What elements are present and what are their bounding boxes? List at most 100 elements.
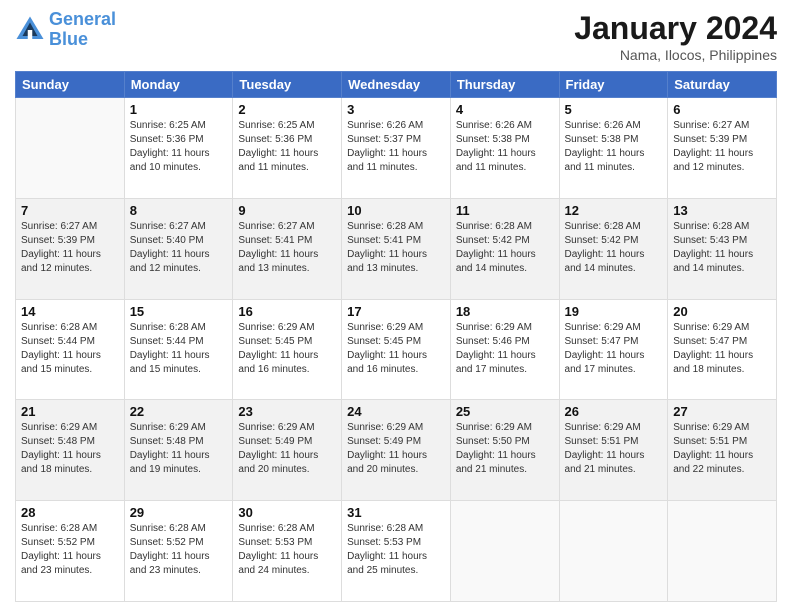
table-row: 8 Sunrise: 6:27 AM Sunset: 5:40 PM Daylig…	[124, 198, 233, 299]
table-row: 28 Sunrise: 6:28 AM Sunset: 5:52 PM Dayli…	[16, 501, 125, 602]
logo-blue: Blue	[49, 30, 116, 50]
table-row: 3 Sunrise: 6:26 AM Sunset: 5:37 PM Daylig…	[342, 98, 451, 199]
calendar-week-row: 21Sunrise: 6:29 AM Sunset: 5:48 PM Dayli…	[16, 400, 777, 501]
table-row: 7 Sunrise: 6:27 AM Sunset: 5:39 PM Daylig…	[16, 198, 125, 299]
day-number: 15	[130, 304, 228, 319]
day-info: Sunrise: 6:27 AM Sunset: 5:39 PM Dayligh…	[21, 220, 119, 276]
day-info: Sunrise: 6:26 AM Sunset: 5:37 PM Dayligh…	[347, 119, 445, 175]
day-number: 16	[238, 304, 336, 319]
day-number: 28	[21, 505, 119, 520]
day-info: Sunrise: 6:28 AM Sunset: 5:53 PM Dayligh…	[347, 522, 445, 578]
day-number: 23	[238, 404, 336, 419]
day-number: 1	[130, 102, 228, 117]
day-number: 4	[456, 102, 554, 117]
day-number: 3	[347, 102, 445, 117]
day-number: 31	[347, 505, 445, 520]
location: Nama, Ilocos, Philippines	[574, 47, 777, 63]
day-number: 9	[238, 203, 336, 218]
day-number: 19	[565, 304, 663, 319]
table-row: 14Sunrise: 6:28 AM Sunset: 5:44 PM Dayli…	[16, 299, 125, 400]
calendar-header-row: Sunday Monday Tuesday Wednesday Thursday…	[16, 72, 777, 98]
day-number: 6	[673, 102, 771, 117]
day-number: 29	[130, 505, 228, 520]
day-number: 22	[130, 404, 228, 419]
col-saturday: Saturday	[668, 72, 777, 98]
day-info: Sunrise: 6:27 AM Sunset: 5:39 PM Dayligh…	[673, 119, 771, 175]
table-row: 9Sunrise: 6:27 AM Sunset: 5:41 PM Daylig…	[233, 198, 342, 299]
day-info: Sunrise: 6:26 AM Sunset: 5:38 PM Dayligh…	[456, 119, 554, 175]
day-info: Sunrise: 6:28 AM Sunset: 5:44 PM Dayligh…	[130, 321, 228, 377]
table-row: 23Sunrise: 6:29 AM Sunset: 5:49 PM Dayli…	[233, 400, 342, 501]
day-info: Sunrise: 6:26 AM Sunset: 5:38 PM Dayligh…	[565, 119, 663, 175]
table-row	[16, 98, 125, 199]
calendar-week-row: 28 Sunrise: 6:28 AM Sunset: 5:52 PM Dayli…	[16, 501, 777, 602]
day-info: Sunrise: 6:29 AM Sunset: 5:51 PM Dayligh…	[673, 421, 771, 477]
table-row: 30 Sunrise: 6:28 AM Sunset: 5:53 PM Dayli…	[233, 501, 342, 602]
day-info: Sunrise: 6:29 AM Sunset: 5:51 PM Dayligh…	[565, 421, 663, 477]
col-sunday: Sunday	[16, 72, 125, 98]
calendar-week-row: 14Sunrise: 6:28 AM Sunset: 5:44 PM Dayli…	[16, 299, 777, 400]
table-row: 16Sunrise: 6:29 AM Sunset: 5:45 PM Dayli…	[233, 299, 342, 400]
day-info: Sunrise: 6:28 AM Sunset: 5:43 PM Dayligh…	[673, 220, 771, 276]
table-row: 31 Sunrise: 6:28 AM Sunset: 5:53 PM Dayli…	[342, 501, 451, 602]
title-block: January 2024 Nama, Ilocos, Philippines	[574, 10, 777, 63]
table-row: 12 Sunrise: 6:28 AM Sunset: 5:42 PM Dayli…	[559, 198, 668, 299]
calendar-table: Sunday Monday Tuesday Wednesday Thursday…	[15, 71, 777, 602]
table-row: 25Sunrise: 6:29 AM Sunset: 5:50 PM Dayli…	[450, 400, 559, 501]
table-row: 29Sunrise: 6:28 AM Sunset: 5:52 PM Dayli…	[124, 501, 233, 602]
day-number: 5	[565, 102, 663, 117]
day-number: 8	[130, 203, 228, 218]
logo: General Blue	[15, 10, 116, 50]
table-row: 19Sunrise: 6:29 AM Sunset: 5:47 PM Dayli…	[559, 299, 668, 400]
day-number: 20	[673, 304, 771, 319]
day-number: 30	[238, 505, 336, 520]
day-info: Sunrise: 6:29 AM Sunset: 5:49 PM Dayligh…	[347, 421, 445, 477]
table-row: 18 Sunrise: 6:29 AM Sunset: 5:46 PM Dayli…	[450, 299, 559, 400]
table-row: 26Sunrise: 6:29 AM Sunset: 5:51 PM Dayli…	[559, 400, 668, 501]
table-row: 24 Sunrise: 6:29 AM Sunset: 5:49 PM Dayli…	[342, 400, 451, 501]
day-number: 21	[21, 404, 119, 419]
table-row: 22Sunrise: 6:29 AM Sunset: 5:48 PM Dayli…	[124, 400, 233, 501]
table-row: 2 Sunrise: 6:25 AM Sunset: 5:36 PM Daylig…	[233, 98, 342, 199]
day-number: 13	[673, 203, 771, 218]
day-info: Sunrise: 6:28 AM Sunset: 5:41 PM Dayligh…	[347, 220, 445, 276]
calendar-week-row: 1 Sunrise: 6:25 AM Sunset: 5:36 PM Daylig…	[16, 98, 777, 199]
day-info: Sunrise: 6:28 AM Sunset: 5:44 PM Dayligh…	[21, 321, 119, 377]
day-info: Sunrise: 6:29 AM Sunset: 5:46 PM Dayligh…	[456, 321, 554, 377]
table-row: 27Sunrise: 6:29 AM Sunset: 5:51 PM Dayli…	[668, 400, 777, 501]
day-info: Sunrise: 6:25 AM Sunset: 5:36 PM Dayligh…	[238, 119, 336, 175]
table-row: 6 Sunrise: 6:27 AM Sunset: 5:39 PM Daylig…	[668, 98, 777, 199]
day-info: Sunrise: 6:28 AM Sunset: 5:52 PM Dayligh…	[21, 522, 119, 578]
day-info: Sunrise: 6:29 AM Sunset: 5:45 PM Dayligh…	[347, 321, 445, 377]
table-row: 13 Sunrise: 6:28 AM Sunset: 5:43 PM Dayli…	[668, 198, 777, 299]
col-thursday: Thursday	[450, 72, 559, 98]
calendar-week-row: 7 Sunrise: 6:27 AM Sunset: 5:39 PM Daylig…	[16, 198, 777, 299]
day-number: 10	[347, 203, 445, 218]
table-row: 21Sunrise: 6:29 AM Sunset: 5:48 PM Dayli…	[16, 400, 125, 501]
col-monday: Monday	[124, 72, 233, 98]
table-row: 10 Sunrise: 6:28 AM Sunset: 5:41 PM Dayli…	[342, 198, 451, 299]
day-number: 17	[347, 304, 445, 319]
col-friday: Friday	[559, 72, 668, 98]
day-number: 18	[456, 304, 554, 319]
day-number: 12	[565, 203, 663, 218]
day-number: 24	[347, 404, 445, 419]
table-row	[559, 501, 668, 602]
day-info: Sunrise: 6:28 AM Sunset: 5:53 PM Dayligh…	[238, 522, 336, 578]
day-number: 2	[238, 102, 336, 117]
table-row: 11Sunrise: 6:28 AM Sunset: 5:42 PM Dayli…	[450, 198, 559, 299]
table-row: 5 Sunrise: 6:26 AM Sunset: 5:38 PM Daylig…	[559, 98, 668, 199]
table-row	[450, 501, 559, 602]
table-row: 15 Sunrise: 6:28 AM Sunset: 5:44 PM Dayli…	[124, 299, 233, 400]
day-info: Sunrise: 6:25 AM Sunset: 5:36 PM Dayligh…	[130, 119, 228, 175]
day-info: Sunrise: 6:28 AM Sunset: 5:42 PM Dayligh…	[456, 220, 554, 276]
table-row	[668, 501, 777, 602]
day-info: Sunrise: 6:29 AM Sunset: 5:47 PM Dayligh…	[673, 321, 771, 377]
day-info: Sunrise: 6:27 AM Sunset: 5:40 PM Dayligh…	[130, 220, 228, 276]
month-year: January 2024	[574, 10, 777, 47]
day-number: 7	[21, 203, 119, 218]
logo-text: General Blue	[49, 10, 116, 50]
table-row: 1 Sunrise: 6:25 AM Sunset: 5:36 PM Daylig…	[124, 98, 233, 199]
table-row: 4 Sunrise: 6:26 AM Sunset: 5:38 PM Daylig…	[450, 98, 559, 199]
day-info: Sunrise: 6:28 AM Sunset: 5:42 PM Dayligh…	[565, 220, 663, 276]
